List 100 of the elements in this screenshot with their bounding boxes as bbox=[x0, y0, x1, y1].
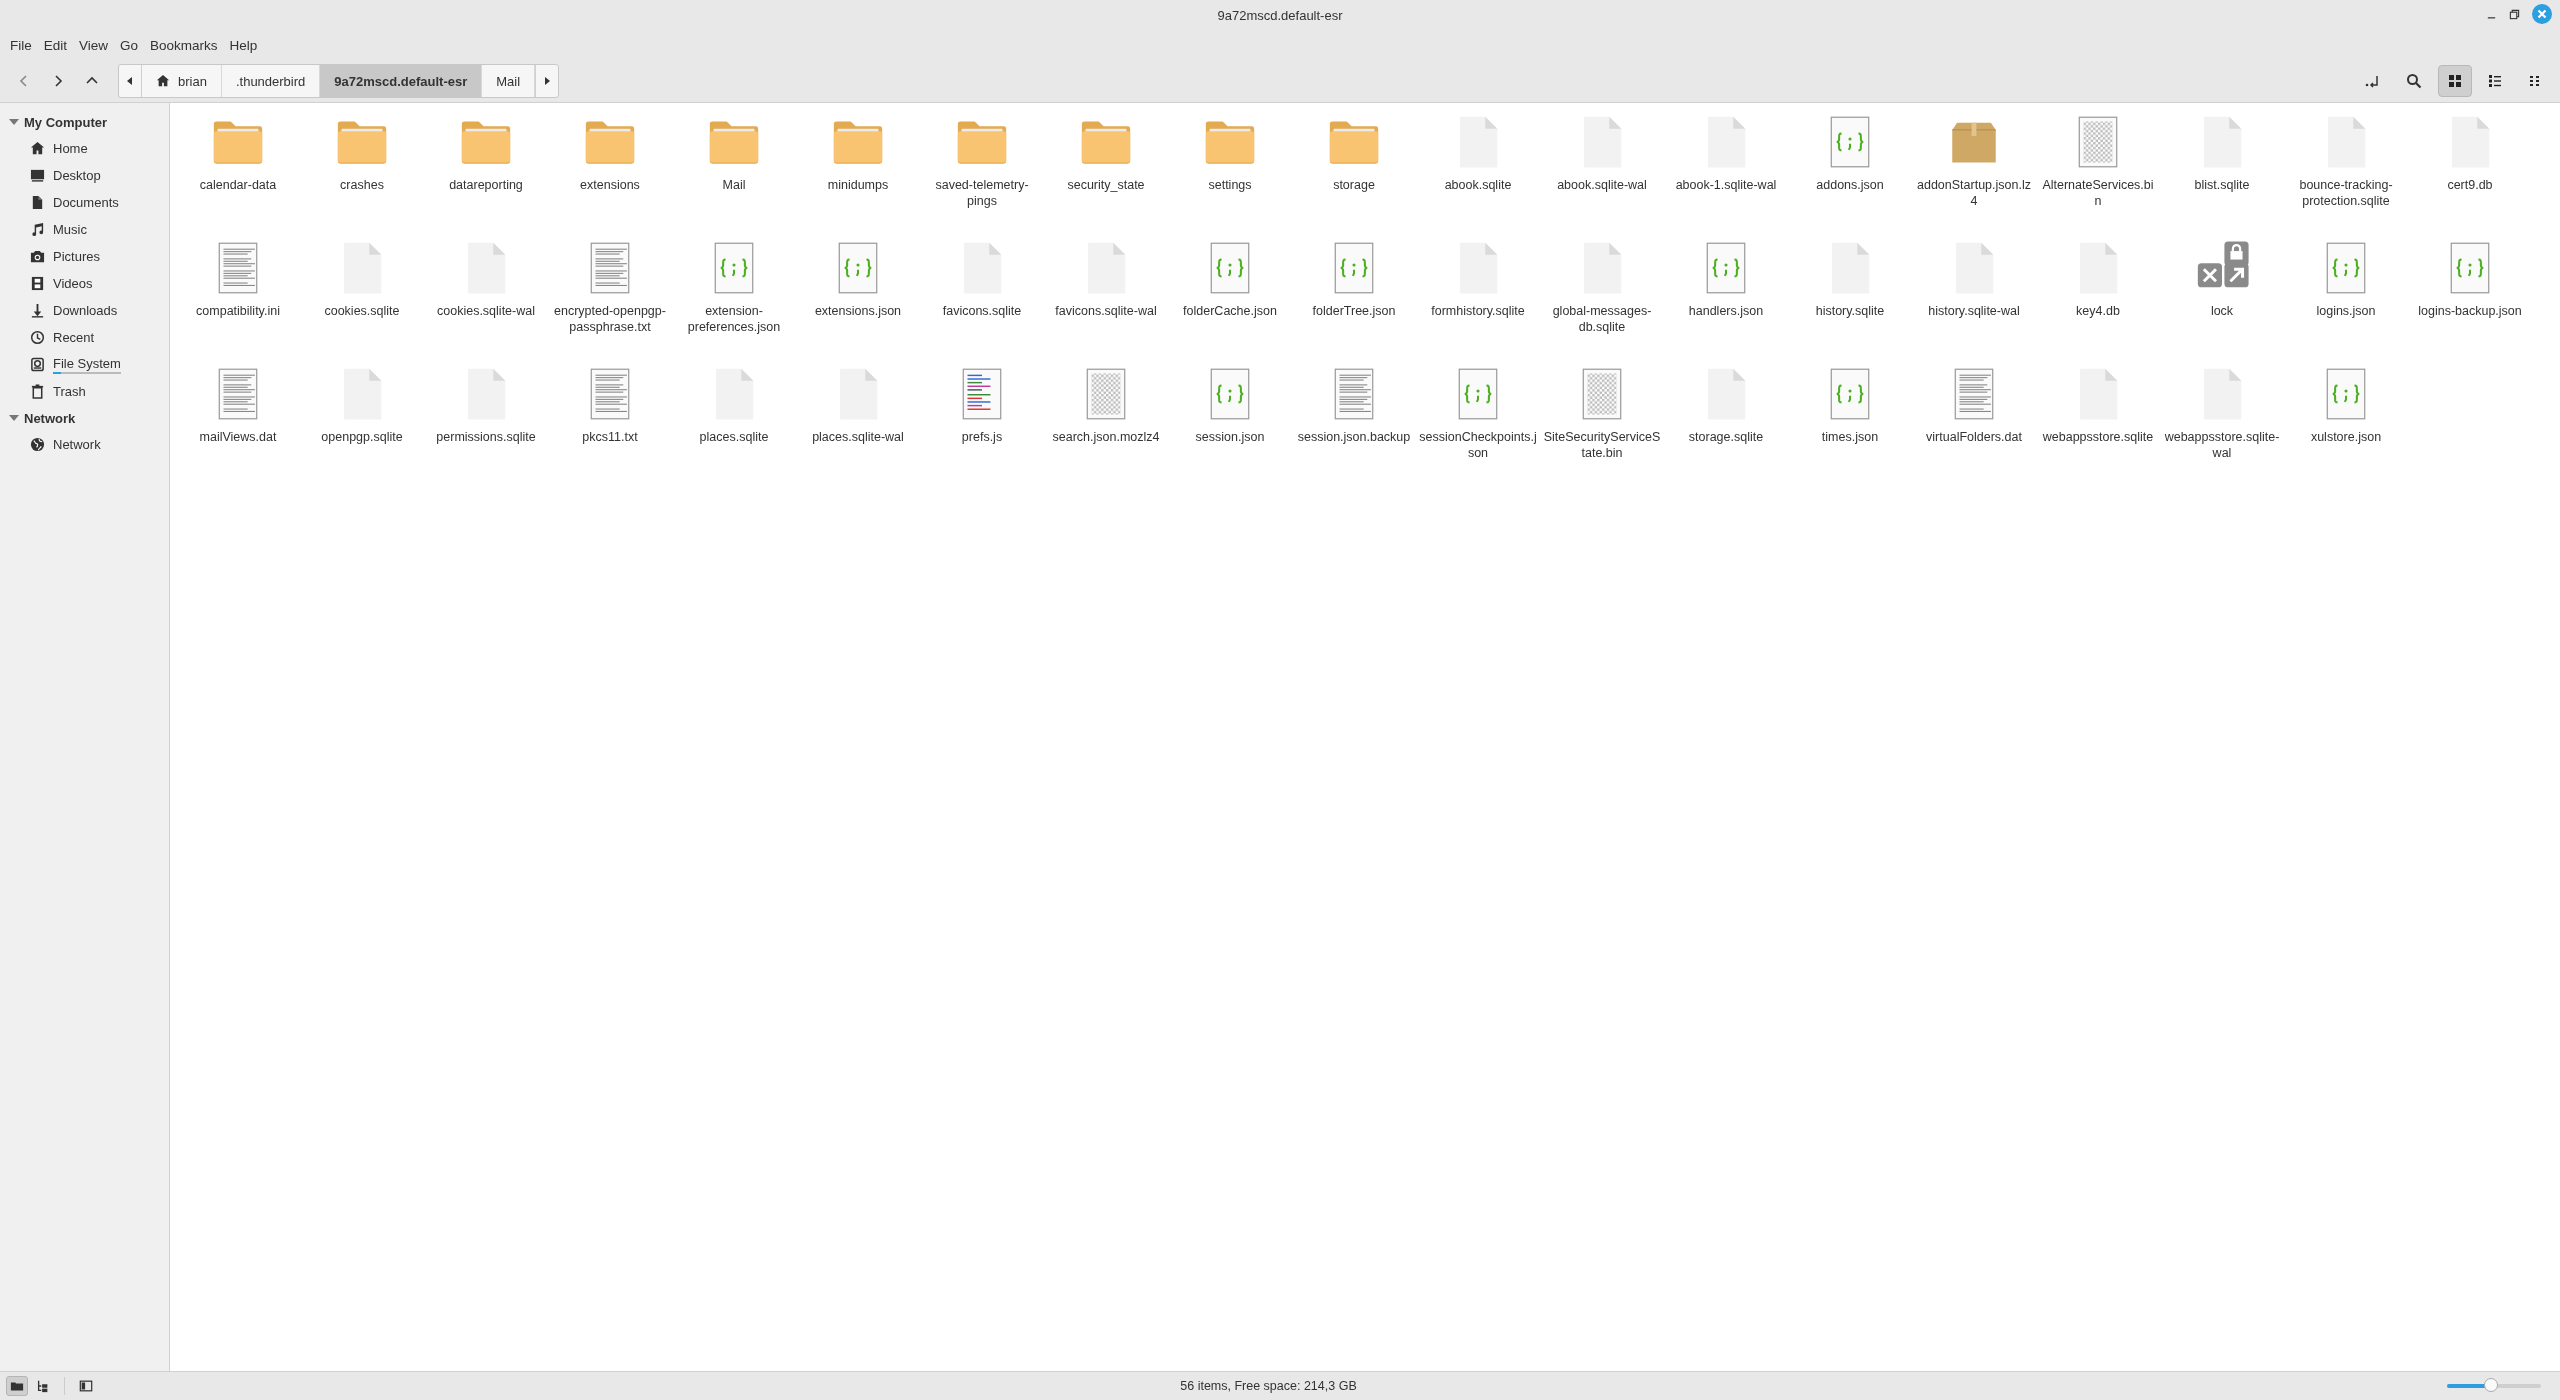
file-name[interactable]: prefs.js bbox=[923, 429, 1041, 445]
file-name[interactable]: lock bbox=[2163, 303, 2281, 319]
file-name[interactable]: calendar-data bbox=[179, 177, 297, 193]
file-name[interactable]: virtualFolders.dat bbox=[1915, 429, 2033, 445]
file-name[interactable]: settings bbox=[1171, 177, 1289, 193]
file-name[interactable]: handlers.json bbox=[1667, 303, 1785, 319]
file-name[interactable]: places.sqlite bbox=[675, 429, 793, 445]
file-name[interactable]: history.sqlite-wal bbox=[1915, 303, 2033, 319]
file-name[interactable]: search.json.mozlz4 bbox=[1047, 429, 1165, 445]
videos-icon bbox=[30, 276, 45, 291]
menu-item[interactable]: Bookmarks bbox=[144, 37, 224, 53]
menu-item[interactable]: Edit bbox=[37, 37, 74, 53]
sidebar-item[interactable]: Recent bbox=[53, 330, 95, 345]
sidebar-item[interactable]: Music bbox=[53, 222, 87, 237]
window-title: 9a72mscd.default-esr bbox=[1217, 7, 1343, 23]
sidebar-item[interactable]: Documents bbox=[53, 195, 119, 210]
music-icon bbox=[30, 222, 45, 237]
sidebar-item[interactable]: File System bbox=[53, 355, 121, 371]
status-text: 56 items, Free space: 214,3 GB bbox=[1179, 1379, 1358, 1393]
file-name[interactable]: abook.sqlite bbox=[1419, 177, 1537, 193]
caret-left-icon[interactable] bbox=[125, 76, 135, 86]
menu-item[interactable]: View bbox=[73, 37, 115, 53]
file-name[interactable]: logins-backup.json bbox=[2411, 303, 2529, 319]
sidebar-item[interactable]: Home bbox=[53, 141, 88, 156]
file-name[interactable]: datareporting bbox=[427, 177, 545, 193]
file-name[interactable]: favicons.sqlite bbox=[923, 303, 1041, 319]
file-name[interactable]: mailViews.dat bbox=[179, 429, 297, 445]
file-name[interactable]: encrypted-openpgp-passphrase.txt bbox=[551, 303, 669, 335]
menu-item[interactable]: Go bbox=[114, 37, 145, 53]
file-name[interactable]: history.sqlite bbox=[1791, 303, 1909, 319]
file-name[interactable]: extensions bbox=[551, 177, 669, 193]
desktop-icon bbox=[30, 168, 45, 183]
places-toggle-button[interactable] bbox=[6, 1376, 28, 1396]
file-name[interactable]: session.json bbox=[1171, 429, 1289, 445]
pictures-icon bbox=[30, 249, 45, 264]
file-name[interactable]: cookies.sqlite bbox=[303, 303, 421, 319]
file-name[interactable]: webappsstore.sqlite bbox=[2039, 429, 2157, 445]
documents-icon bbox=[30, 195, 45, 210]
file-name[interactable]: crashes bbox=[303, 177, 421, 193]
file-name[interactable]: storage.sqlite bbox=[1667, 429, 1785, 445]
trash-icon bbox=[30, 384, 45, 399]
tree-toggle-icon bbox=[36, 1379, 50, 1393]
view-mode-button[interactable] bbox=[2438, 65, 2472, 97]
sidebar-item[interactable]: Trash bbox=[53, 384, 86, 399]
file-name[interactable]: addonStartup.json.lz4 bbox=[1915, 177, 2033, 209]
file-name[interactable]: folderTree.json bbox=[1295, 303, 1413, 319]
file-name[interactable]: extension-preferences.json bbox=[675, 303, 793, 335]
file-name[interactable]: permissions.sqlite bbox=[427, 429, 545, 445]
downloads-icon bbox=[30, 303, 45, 318]
file-name[interactable]: webappsstore.sqlite-wal bbox=[2163, 429, 2281, 461]
file-name[interactable]: saved-telemetry-pings bbox=[923, 177, 1041, 209]
file-name[interactable]: openpgp.sqlite bbox=[303, 429, 421, 445]
file-name[interactable]: blist.sqlite bbox=[2163, 177, 2281, 193]
home-icon bbox=[30, 141, 45, 156]
file-name[interactable]: sessionCheckpoints.json bbox=[1419, 429, 1537, 461]
file-name[interactable]: AlternateServices.bin bbox=[2039, 177, 2157, 209]
sidebar-heading[interactable]: My Computer bbox=[24, 114, 108, 130]
file-name[interactable]: global-messages-db.sqlite bbox=[1543, 303, 1661, 335]
recent-icon bbox=[30, 330, 45, 345]
file-name[interactable]: session.json.backup bbox=[1295, 429, 1413, 445]
sidebar-item[interactable]: Desktop bbox=[53, 168, 101, 183]
grid-view-icon bbox=[2447, 73, 2463, 89]
zoom-slider-thumb[interactable] bbox=[2484, 1378, 2499, 1392]
sidebar-item[interactable]: Pictures bbox=[53, 249, 100, 264]
sidebar-item[interactable]: Network bbox=[53, 437, 101, 452]
file-name[interactable]: logins.json bbox=[2287, 303, 2405, 319]
menu-item[interactable]: Help bbox=[223, 37, 264, 53]
sidebar-item[interactable]: Downloads bbox=[53, 303, 118, 318]
file-name[interactable]: folderCache.json bbox=[1171, 303, 1289, 319]
file-name[interactable]: minidumps bbox=[799, 177, 917, 193]
file-name[interactable]: favicons.sqlite-wal bbox=[1047, 303, 1165, 319]
maximize-icon[interactable] bbox=[2509, 8, 2520, 20]
filesystem-icon bbox=[30, 357, 45, 372]
menu-item[interactable]: File bbox=[4, 37, 38, 53]
breadcrumb-button[interactable]: 9a72mscd.default-esr bbox=[320, 65, 483, 97]
list-view-icon bbox=[2487, 73, 2503, 89]
file-name[interactable]: places.sqlite-wal bbox=[799, 429, 917, 445]
file-name[interactable]: xulstore.json bbox=[2287, 429, 2405, 445]
file-name[interactable]: key4.db bbox=[2039, 303, 2157, 319]
file-name[interactable]: bounce-tracking-protection.sqlite bbox=[2287, 177, 2405, 209]
file-name[interactable]: cookies.sqlite-wal bbox=[427, 303, 545, 319]
file-name[interactable]: addons.json bbox=[1791, 177, 1909, 193]
search-icon[interactable] bbox=[2406, 73, 2422, 89]
file-name[interactable]: pkcs11.txt bbox=[551, 429, 669, 445]
file-name[interactable]: security_state bbox=[1047, 177, 1165, 193]
file-name[interactable]: Mail bbox=[675, 177, 793, 193]
location-toggle-icon[interactable] bbox=[2364, 73, 2380, 89]
sidebar-item[interactable]: Videos bbox=[53, 276, 93, 291]
sidebar-heading[interactable]: Network bbox=[24, 410, 76, 426]
file-name[interactable]: compatibility.ini bbox=[179, 303, 297, 319]
file-name[interactable]: SiteSecurityServiceState.bin bbox=[1543, 429, 1661, 461]
file-name[interactable]: times.json bbox=[1791, 429, 1909, 445]
file-name[interactable]: abook.sqlite-wal bbox=[1543, 177, 1661, 193]
network-icon bbox=[30, 437, 45, 452]
file-name[interactable]: cert9.db bbox=[2411, 177, 2529, 193]
file-name[interactable]: formhistory.sqlite bbox=[1419, 303, 1537, 319]
file-name[interactable]: abook-1.sqlite-wal bbox=[1667, 177, 1785, 193]
close-icon[interactable] bbox=[2532, 4, 2552, 24]
file-name[interactable]: storage bbox=[1295, 177, 1413, 193]
file-name[interactable]: extensions.json bbox=[799, 303, 917, 319]
